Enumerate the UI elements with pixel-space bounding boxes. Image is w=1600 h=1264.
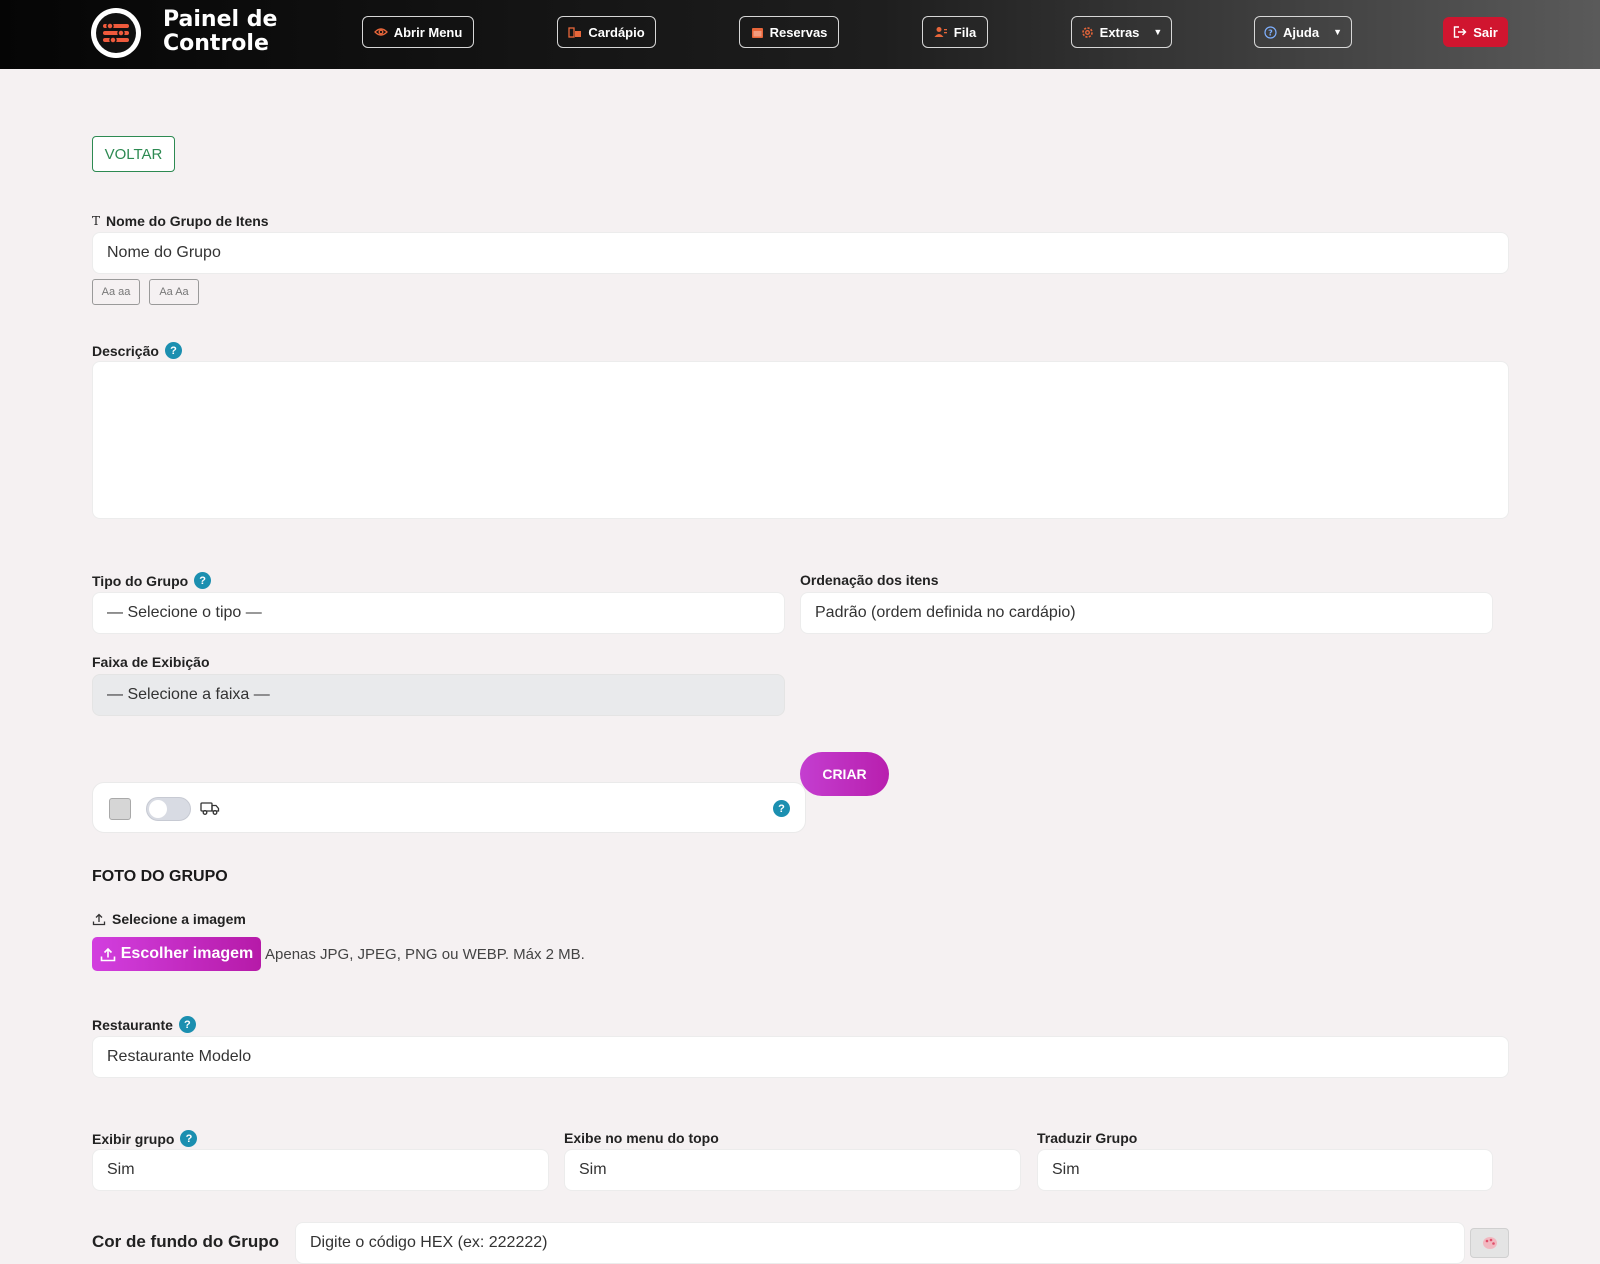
selecione-imagem-label: Selecione a imagem [92,911,246,927]
nome-grupo-input[interactable]: Nome do Grupo [92,232,1509,274]
exibir-grupo-label: Exibir grupo ? [92,1130,198,1147]
nav-cardapio-button[interactable]: Cardápio [557,16,656,48]
escolher-imagem-button[interactable]: Escolher imagem [92,937,261,971]
criar-button[interactable]: CRIAR [800,752,889,796]
logout-label: Sair [1473,24,1498,40]
logo[interactable] [91,8,141,58]
nav-reservas-label: Reservas [769,24,828,40]
toggle-knob [149,800,167,818]
help-icon[interactable]: ? [773,800,790,817]
question-circle-icon: ? [1264,25,1277,39]
nav-ajuda-label: Ajuda [1282,24,1320,40]
descricao-textarea[interactable] [92,361,1509,519]
help-icon[interactable]: ? [180,1130,198,1147]
nome-grupo-label: T Nome do Grupo de Itens [92,213,269,229]
traduzir-grupo-label: Traduzir Grupo [1037,1130,1137,1146]
tipo-grupo-label: Tipo do Grupo ? [92,572,212,589]
restaurante-select[interactable]: Restaurante Modelo [92,1036,1509,1078]
traduzir-grupo-label-text: Traduzir Grupo [1037,1130,1138,1146]
chevron-down-icon: ▼ [1153,27,1163,37]
nav-cardapio-label: Cardápio [588,24,645,40]
gear-icon [1081,26,1093,38]
tipo-grupo-label-text: Tipo do Grupo [92,572,189,589]
palette-icon [1482,1237,1497,1249]
top-navbar: Painel de Controle Abrir Menu Cardápio R… [0,0,1600,69]
nav-abrir-menu-button[interactable]: Abrir Menu [362,16,474,48]
option-checkbox[interactable] [109,798,131,820]
upload-icon [92,913,106,925]
lowercase-format-button[interactable]: Aa aa [92,279,140,305]
utensils-icon [568,27,582,38]
nav-extras-label: Extras [1099,24,1140,40]
logout-icon [1454,26,1467,38]
exibe-menu-topo-select[interactable]: Sim [564,1149,1021,1191]
escolher-imagem-label: Escolher imagem [120,945,254,962]
file-format-hint: Apenas JPG, JPEG, PNG ou WEBP. Máx 2 MB. [265,946,585,963]
nav-abrir-menu-label: Abrir Menu [393,24,463,40]
help-icon[interactable]: ? [194,572,212,589]
exibir-grupo-label-text: Exibir grupo [92,1130,175,1147]
traduzir-grupo-select[interactable]: Sim [1037,1149,1493,1191]
back-button[interactable]: VOLTAR [92,136,175,172]
faixa-label-text: Faixa de Exibição [92,654,210,670]
logout-button[interactable]: Sair [1443,17,1508,47]
chevron-down-icon: ▼ [1333,27,1343,37]
exibe-menu-topo-label-text: Exibe no menu do topo [564,1130,719,1146]
eye-icon [373,28,388,36]
cor-fundo-label: Cor de fundo do Grupo [92,1232,279,1251]
brand-title: Painel de Controle [163,8,293,56]
sliders-icon [96,13,136,53]
truck-icon [200,802,220,815]
help-icon[interactable]: ? [164,342,182,359]
brand-line-1: Painel de [163,7,278,32]
restaurante-label-text: Restaurante [92,1016,173,1033]
calendar-icon [751,27,763,38]
nav-extras-dropdown[interactable]: Extras ▼ [1071,16,1172,48]
user-queue-icon [934,27,947,37]
cor-fundo-input[interactable]: Digite o código HEX (ex: 222222) [295,1222,1465,1264]
exibe-menu-topo-label: Exibe no menu do topo [564,1130,719,1146]
titlecase-format-button[interactable]: Aa Aa [149,279,199,305]
nav-fila-button[interactable]: Fila [922,16,988,48]
upload-icon [100,947,116,961]
text-type-icon: T [92,214,101,228]
faixa-select[interactable]: — Selecione a faixa — [92,674,785,716]
options-panel: ? [92,782,806,833]
tipo-grupo-select[interactable]: — Selecione o tipo — [92,592,785,634]
brand-line-2: Controle [163,31,269,56]
help-icon[interactable]: ? [178,1016,196,1033]
descricao-label-text: Descrição [92,342,159,359]
nome-grupo-label-text: Nome do Grupo de Itens [106,213,269,229]
selecione-imagem-text: Selecione a imagem [112,911,246,927]
nav-reservas-button[interactable]: Reservas [739,16,839,48]
ordenacao-select[interactable]: Padrão (ordem definida no cardápio) [800,592,1493,634]
foto-section-title: FOTO DO GRUPO [92,868,228,885]
faixa-label: Faixa de Exibição [92,654,210,670]
ordenacao-label-text: Ordenação dos itens [800,572,939,588]
delivery-toggle[interactable] [146,797,191,821]
restaurante-label: Restaurante ? [92,1016,196,1033]
nav-fila-label: Fila [953,24,977,40]
nav-ajuda-dropdown[interactable]: ? Ajuda ▼ [1254,16,1352,48]
descricao-label: Descrição ? [92,342,182,359]
ordenacao-label: Ordenação dos itens [800,572,938,588]
exibir-grupo-select[interactable]: Sim [92,1149,549,1191]
svg-text:?: ? [1268,28,1273,37]
color-picker-button[interactable] [1470,1228,1509,1258]
